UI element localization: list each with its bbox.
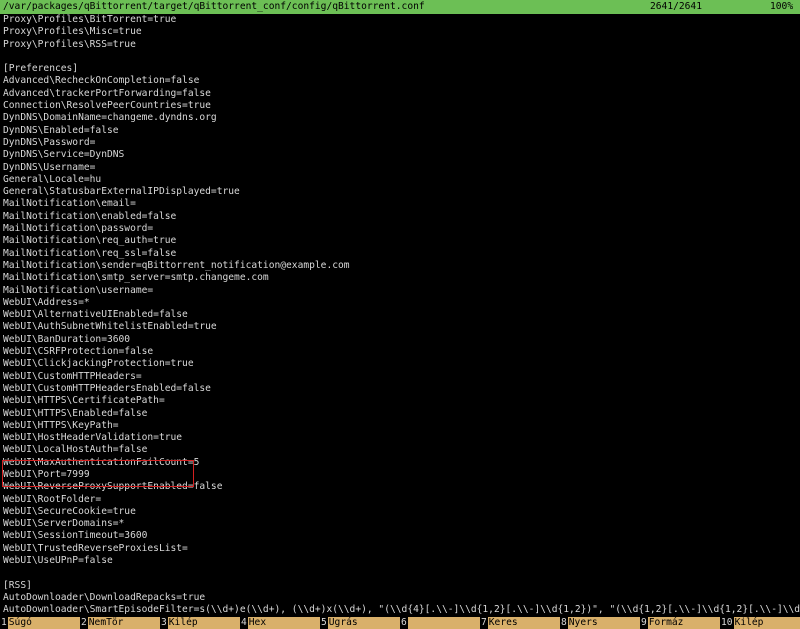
file-line [0, 567, 800, 579]
file-line: MailNotification\sender=qBittorrent_noti… [3, 259, 350, 271]
fkey-7-button[interactable]: 7 Keres [480, 617, 560, 629]
file-line: AutoDownloader\DownloadRepacks=true [3, 591, 206, 603]
file-line: MailNotification\username= [3, 284, 154, 296]
file-line: WebUI\AlternativeUIEnabled=false [3, 309, 188, 321]
fkey-number: 6 [401, 617, 407, 628]
file-line: MailNotification\req_auth=true [3, 235, 177, 247]
fkey-label [407, 617, 480, 629]
file-line: WebUI\ReverseProxySupportEnabled=false [3, 481, 223, 493]
file-line: WebUI\UseUPnP=false [3, 555, 113, 567]
fkey-label: Ugrás [327, 617, 400, 629]
file-line: Proxy\Profiles\RSS=true [3, 38, 136, 50]
fkey-5-button[interactable]: 5 Ugrás [320, 617, 400, 629]
file-line: WebUI\Address=* [3, 296, 90, 308]
file-viewer-window: /var/packages/qBittorrent/target/qBittor… [0, 0, 800, 629]
fkey-10-button[interactable]: 10 Kilép [720, 617, 800, 629]
fkey-label: Nyers [567, 617, 640, 629]
file-line: MailNotification\email= [3, 198, 136, 210]
file-line: AutoDownloader\SmartEpisodeFilter=s(\\d+… [3, 604, 800, 616]
fkey-number: 5 [321, 617, 327, 628]
file-line: DynDNS\Enabled=false [3, 124, 119, 136]
fkey-8-button[interactable]: 8 Nyers [560, 617, 640, 629]
scroll-percent: 100% [770, 1, 794, 12]
file-line: WebUI\MaxAuthenticationFailCount=5 [3, 456, 200, 468]
file-line [0, 51, 800, 63]
file-line: WebUI\CSRFProtection=false [3, 346, 154, 358]
fkey-3-button[interactable]: 3 Kilép [160, 617, 240, 629]
title-bar: /var/packages/qBittorrent/target/qBittor… [0, 0, 800, 14]
file-line: [RSS] [3, 579, 32, 591]
fkey-number: 8 [561, 617, 567, 628]
file-line: DynDNS\DomainName=changeme.dyndns.org [3, 112, 217, 124]
file-line: WebUI\HTTPS\CertificatePath= [3, 395, 165, 407]
fkey-4-button[interactable]: 4 Hex [240, 617, 320, 629]
file-content[interactable]: Proxy\Profiles\BitTorrent=true Proxy\Prof… [0, 14, 800, 617]
fkey-9-button[interactable]: 9 Formáz [640, 617, 720, 629]
file-line: WebUI\LocalHostAuth=false [3, 444, 148, 456]
file-line: WebUI\SecureCookie=true [3, 505, 136, 517]
file-line: DynDNS\Service=DynDNS [3, 149, 125, 161]
function-key-bar: 1 Súgó 2 NemTör 3 Kilép 4 Hex 5 Ugrás 6 7 Keres 8 Nyer… [0, 617, 800, 629]
file-line: General\StatusbarExternalIPDisplayed=tru… [3, 186, 240, 198]
file-line: WebUI\HTTPS\KeyPath= [3, 419, 119, 431]
file-line: WebUI\BanDuration=3600 [3, 333, 131, 345]
fkey-label: Formáz [647, 617, 720, 629]
fkey-label: Hex [247, 617, 320, 629]
fkey-2-button[interactable]: 2 NemTör [80, 617, 160, 629]
file-line: MailNotification\req_ssl=false [3, 247, 177, 259]
file-line: Advanced\trackerPortForwarding=false [3, 87, 211, 99]
fkey-number: 2 [81, 617, 87, 628]
fkey-number: 9 [641, 617, 647, 628]
file-line: Proxy\Profiles\Misc=true [3, 26, 142, 38]
file-line: WebUI\CustomHTTPHeaders= [3, 370, 142, 382]
file-line: General\Locale=hu [3, 173, 102, 185]
fkey-1-button[interactable]: 1 Súgó [0, 617, 80, 629]
file-line: WebUI\Port=7999 [3, 468, 90, 480]
file-line: WebUI\ServerDomains=* [3, 518, 125, 530]
file-line: WebUI\AuthSubnetWhitelistEnabled=true [3, 321, 217, 333]
file-line: WebUI\TrustedReverseProxiesList= [3, 542, 188, 554]
fkey-label: Kilép [733, 617, 800, 629]
file-line: WebUI\RootFolder= [3, 493, 102, 505]
fkey-number: 10 [721, 617, 733, 628]
file-line: WebUI\SessionTimeout=3600 [3, 530, 148, 542]
file-line: MailNotification\password= [3, 223, 154, 235]
file-line: MailNotification\smtp_server=smtp.change… [3, 272, 269, 284]
file-line: WebUI\HTTPS\Enabled=false [3, 407, 148, 419]
fkey-label: Kilép [167, 617, 240, 629]
file-line: DynDNS\Username= [3, 161, 96, 173]
file-line: Advanced\RecheckOnCompletion=false [3, 75, 200, 87]
file-line: [Preferences] [3, 63, 79, 75]
file-line: WebUI\ClickjackingProtection=true [3, 358, 194, 370]
file-line: DynDNS\Password= [3, 136, 96, 148]
fkey-number: 3 [161, 617, 167, 628]
file-line: WebUI\CustomHTTPHeadersEnabled=false [3, 382, 211, 394]
fkey-number: 4 [241, 617, 247, 628]
file-line: Connection\ResolvePeerCountries=true [3, 100, 211, 112]
file-path: /var/packages/qBittorrent/target/qBittor… [3, 1, 425, 12]
fkey-number: 7 [481, 617, 487, 628]
fkey-number: 1 [1, 617, 7, 628]
fkey-label: Súgó [7, 617, 80, 629]
file-line: MailNotification\enabled=false [3, 210, 177, 222]
file-line: Proxy\Profiles\BitTorrent=true [3, 14, 177, 25]
fkey-6-button[interactable]: 6 [400, 617, 480, 629]
fkey-label: NemTör [87, 617, 160, 629]
file-line: WebUI\HostHeaderValidation=true [3, 432, 183, 444]
line-position: 2641/2641 [650, 1, 702, 12]
fkey-label: Keres [487, 617, 560, 629]
